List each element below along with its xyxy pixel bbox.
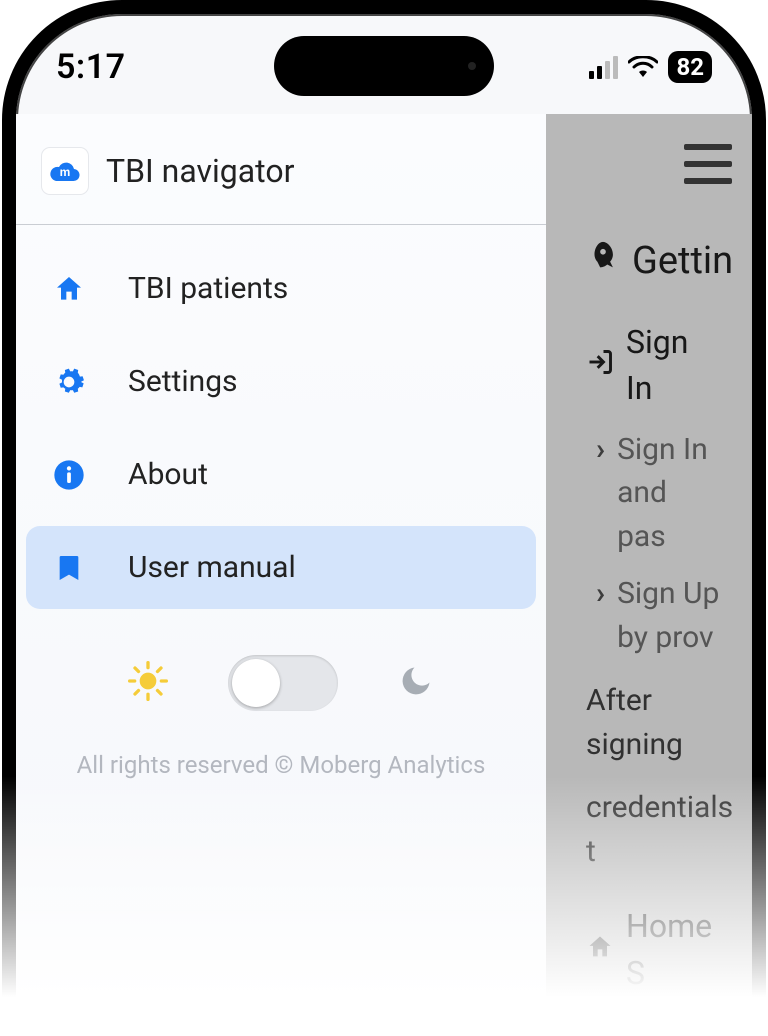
sidebar-item-patients[interactable]: TBI patients [26,247,536,330]
cellular-signal-icon [589,56,618,79]
info-icon [50,459,88,491]
hamburger-menu-button[interactable] [684,144,732,184]
scrim-overlay[interactable] [546,114,752,1036]
sidebar-item-label: About [128,457,208,492]
sun-icon [128,661,168,705]
sidebar-item-label: User manual [128,550,296,585]
status-time: 5:17 [56,47,126,87]
home-icon [50,273,88,305]
theme-toggle[interactable] [228,655,338,711]
theme-toggle-row [16,631,546,721]
svg-text:m: m [60,165,71,179]
moon-icon [398,663,434,703]
screen: Gettin Sign In › Sign In and pas [16,14,752,1036]
stage: 5:17 82 [0,0,768,1036]
app-title: TBI navigator [106,152,294,190]
navigation-drawer: m TBI navigator TBI patients [16,114,546,1036]
footer-copyright: All rights reserved © Moberg Analytics [16,721,546,809]
sidebar-item-label: Settings [128,364,238,399]
menu: TBI patients Settings About [16,225,546,631]
sidebar-item-settings[interactable]: Settings [26,340,536,423]
sidebar-item-about[interactable]: About [26,433,536,516]
gear-icon [50,366,88,398]
drawer-header: m TBI navigator [16,114,546,225]
sidebar-item-label: TBI patients [128,271,288,306]
wifi-icon [628,56,658,78]
app-logo-icon: m [42,148,88,194]
sidebar-item-user-manual[interactable]: User manual [26,526,536,609]
status-right: 82 [589,51,712,83]
battery-percent: 82 [676,53,704,81]
battery-badge: 82 [668,51,712,83]
bookmark-icon [50,552,88,584]
toggle-knob [232,659,280,707]
phone-frame: 5:17 82 [2,0,766,1036]
dynamic-island [274,36,494,96]
